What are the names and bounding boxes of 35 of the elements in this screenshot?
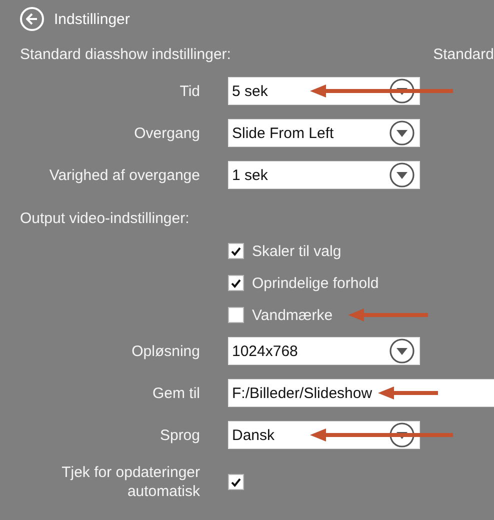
back-arrow-icon — [26, 13, 38, 25]
field-label: Sprog — [158, 426, 200, 444]
field-label: Opløsning — [130, 342, 200, 360]
dropdown-field[interactable]: 5 sek — [228, 77, 420, 105]
dropdown-field[interactable]: Slide From Left — [228, 119, 420, 147]
dropdown-icon[interactable] — [389, 120, 415, 146]
checkbox-label: Skaler til valg — [252, 242, 342, 260]
checkbox[interactable] — [228, 307, 244, 323]
field-label: Gem til — [151, 384, 200, 402]
checkmark-icon — [231, 246, 241, 256]
back-button[interactable] — [20, 7, 44, 31]
checkbox[interactable] — [228, 474, 244, 490]
input-field[interactable]: F:/Billeder/Slideshow — [228, 379, 494, 407]
section-heading: Standard — [433, 46, 494, 65]
dropdown-icon[interactable] — [389, 338, 415, 364]
dropdown-icon[interactable] — [389, 422, 415, 448]
annotation-arrow — [378, 386, 440, 400]
checkbox-label: Oprindelige forhold — [252, 274, 379, 292]
checkbox[interactable] — [228, 243, 244, 259]
dropdown-field[interactable]: Dansk — [228, 421, 420, 449]
field-label: Tid — [178, 82, 200, 100]
checkbox[interactable] — [228, 275, 244, 291]
field-label: Tjek for opdateringer automatisk — [60, 463, 200, 501]
section-heading: Standard diasshow indstillinger: — [20, 46, 231, 65]
field-label: Overgang — [133, 124, 200, 142]
checkbox-label: Vandmærke — [252, 306, 333, 324]
dropdown-icon[interactable] — [389, 78, 415, 104]
page-title: Indstillinger — [54, 10, 130, 28]
dropdown-field[interactable]: 1 sek — [228, 161, 420, 189]
checkmark-icon — [231, 478, 241, 486]
dropdown-icon[interactable] — [389, 162, 415, 188]
section-heading: Output video-indstillinger: — [20, 210, 190, 229]
field-label: Varighed af overgange — [48, 166, 200, 184]
dropdown-field[interactable]: 1024x768 — [228, 337, 420, 365]
checkmark-icon — [231, 278, 241, 288]
